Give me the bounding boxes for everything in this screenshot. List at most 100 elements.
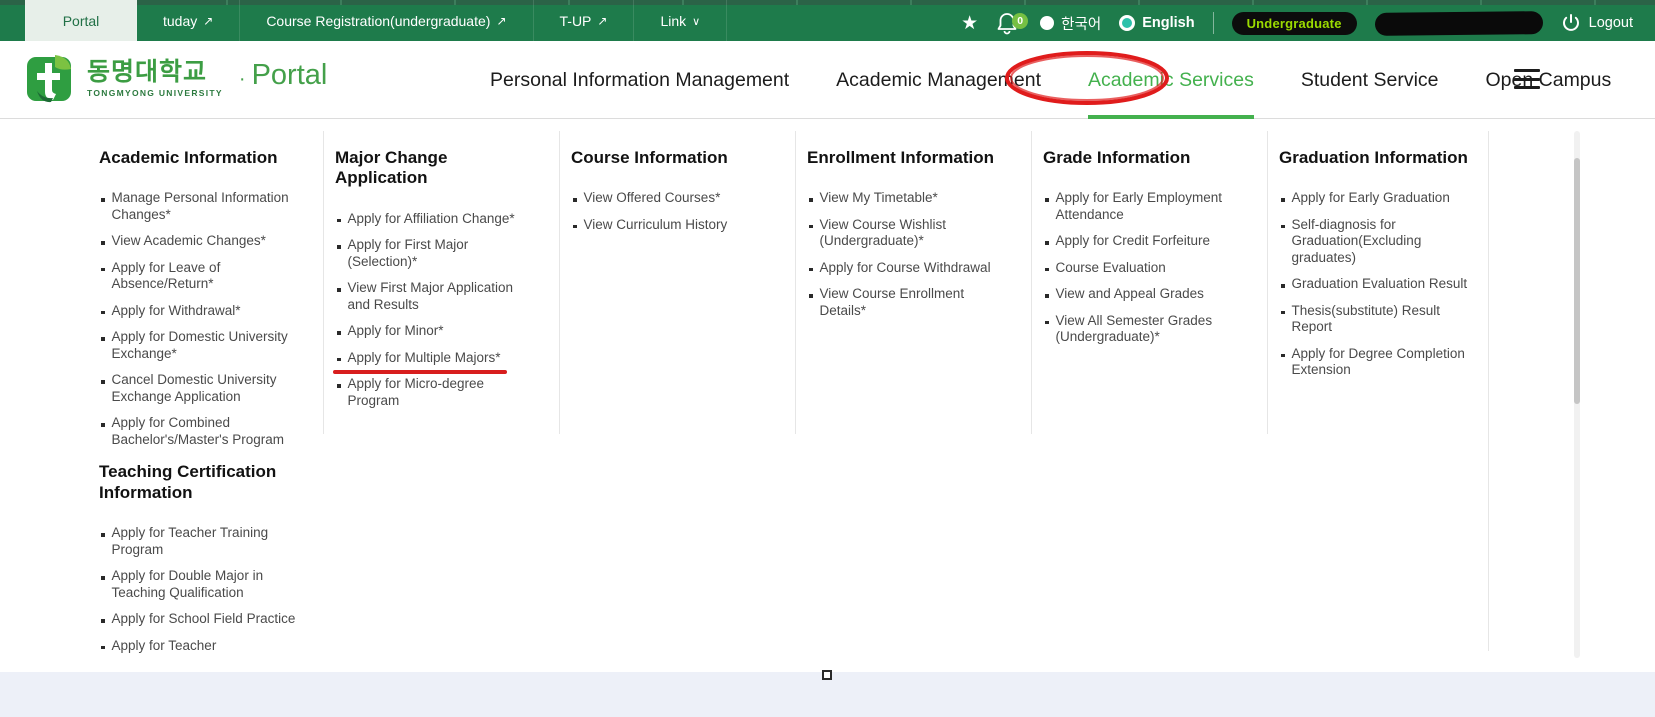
menu-item-label: View and Appeal Grades xyxy=(1056,286,1204,303)
menu-group-title: Major Change Application xyxy=(335,148,535,189)
menu-column-1: Major Change Application Apply for Affili… xyxy=(321,148,557,664)
menu-item-view-academic-changes[interactable]: View Academic Changes* xyxy=(99,233,299,250)
favorites-star-icon[interactable]: ★ xyxy=(961,14,978,33)
bullet-icon xyxy=(573,198,577,202)
menu-column-5: Graduation InformationApply for Early Gr… xyxy=(1265,148,1501,664)
notification-bell[interactable]: 0 xyxy=(996,11,1022,35)
topbar-tab-t-up[interactable]: T-UP↗ xyxy=(534,0,635,41)
menu-group-title: Course Information xyxy=(571,148,771,168)
menu-item-apply-for-micro-degree-program[interactable]: Apply for Micro-degree Program xyxy=(335,376,535,409)
menu-item-label: Apply for Affiliation Change* xyxy=(348,211,515,228)
logout-button[interactable]: Logout xyxy=(1561,13,1633,33)
menu-item-view-course-enrollment-details[interactable]: View Course Enrollment Details* xyxy=(807,286,1007,319)
bullet-icon xyxy=(337,384,341,388)
menu-item-label: Apply for Domestic University Exchange* xyxy=(112,329,300,362)
tongmyong-logo-icon xyxy=(25,53,77,105)
menu-item-thesis-substitute-result-report[interactable]: Thesis(substitute) Result Report xyxy=(1279,303,1479,336)
menu-scrollbar-track[interactable] xyxy=(1574,131,1580,658)
menu-item-self-diagnosis-for-graduation-excluding-graduates[interactable]: Self-diagnosis for Graduation(Excluding … xyxy=(1279,217,1479,267)
menu-item-view-first-major-application-and-results[interactable]: View First Major Application and Results xyxy=(335,280,535,313)
menu-item-label: Apply for School Field Practice xyxy=(112,611,296,628)
portal-title: Portal xyxy=(252,59,328,92)
bullet-icon xyxy=(809,294,813,298)
topbar-right-controls: ★ 0 한국어 English Undergraduate xyxy=(961,5,1633,41)
bullet-icon xyxy=(101,311,105,315)
language-option-korean[interactable]: 한국어 xyxy=(1040,13,1101,34)
topbar-tab-course-registration-undergraduate[interactable]: Course Registration(undergraduate)↗ xyxy=(240,0,533,41)
menu-item-apply-for-first-major-selection[interactable]: Apply for First Major (Selection)* xyxy=(335,237,535,270)
menu-item-apply-for-school-field-practice[interactable]: Apply for School Field Practice xyxy=(99,611,299,628)
menu-item-apply-for-withdrawal[interactable]: Apply for Withdrawal* xyxy=(99,303,299,320)
column-divider xyxy=(1267,131,1268,434)
menu-item-graduation-evaluation-result[interactable]: Graduation Evaluation Result xyxy=(1279,276,1479,293)
topbar-tab-label: tuday xyxy=(163,13,197,29)
bullet-icon xyxy=(1281,198,1285,202)
menu-item-apply-for-early-graduation[interactable]: Apply for Early Graduation xyxy=(1279,190,1479,207)
topbar-tab-link[interactable]: Link∨ xyxy=(634,0,727,41)
column-divider xyxy=(323,131,324,434)
menu-item-manage-personal-information-changes[interactable]: Manage Personal Information Changes* xyxy=(99,190,299,223)
menu-item-view-curriculum-history[interactable]: View Curriculum History xyxy=(571,217,771,234)
menu-item-apply-for-multiple-majors[interactable]: Apply for Multiple Majors* xyxy=(335,350,535,367)
menu-item-apply-for-double-major-in-teaching-qualification[interactable]: Apply for Double Major in Teaching Quali… xyxy=(99,568,299,601)
menu-group-title: Grade Information xyxy=(1043,148,1243,168)
menu-column-3: Enrollment Information View My Timetable*… xyxy=(793,148,1029,664)
bullet-icon xyxy=(809,268,813,272)
menu-item-label: Apply for Multiple Majors* xyxy=(348,350,501,367)
topbar-tab-label: T-UP xyxy=(560,13,592,29)
bullet-icon xyxy=(101,241,105,245)
nav-item-student-service[interactable]: Student Service xyxy=(1301,41,1439,119)
menu-item-view-all-semester-grades-undergraduate[interactable]: View All Semester Grades (Undergraduate)… xyxy=(1043,313,1243,346)
radio-selected-icon xyxy=(1119,15,1135,31)
menu-item-label: Self-diagnosis for Graduation(Excluding … xyxy=(1292,217,1480,267)
menu-item-label: Apply for Micro-degree Program xyxy=(348,376,536,409)
menu-item-apply-for-combined-bachelor-s-master-s-program[interactable]: Apply for Combined Bachelor's/Master's P… xyxy=(99,415,299,448)
menu-item-label: Apply for Degree Completion Extension xyxy=(1292,346,1480,379)
nav-item-academic-services[interactable]: Academic Services xyxy=(1088,41,1254,119)
menu-item-label: Apply for First Major (Selection)* xyxy=(348,237,536,270)
page-background-below-menu xyxy=(0,672,1655,717)
menu-item-view-course-wishlist-undergraduate[interactable]: View Course Wishlist (Undergraduate)* xyxy=(807,217,1007,250)
menu-item-label: View Curriculum History xyxy=(584,217,728,234)
menu-item-view-and-appeal-grades[interactable]: View and Appeal Grades xyxy=(1043,286,1243,303)
topbar-tab-label: Link xyxy=(660,13,686,29)
nav-item-personal-information-management[interactable]: Personal Information Management xyxy=(490,41,789,119)
bullet-icon xyxy=(337,358,341,362)
topbar-tab-portal[interactable]: Portal xyxy=(25,0,137,41)
nav-item-academic-management[interactable]: Academic Management xyxy=(836,41,1041,119)
column-divider xyxy=(559,131,560,434)
menu-item-apply-for-minor[interactable]: Apply for Minor* xyxy=(335,323,535,340)
menu-item-apply-for-credit-forfeiture[interactable]: Apply for Credit Forfeiture xyxy=(1043,233,1243,250)
menu-item-cancel-domestic-university-exchange-application[interactable]: Cancel Domestic University Exchange Appl… xyxy=(99,372,299,405)
menu-item-apply-for-teacher[interactable]: Apply for Teacher xyxy=(99,638,299,655)
menu-item-apply-for-domestic-university-exchange[interactable]: Apply for Domestic University Exchange* xyxy=(99,329,299,362)
nav-item-open-campus[interactable]: Open Campus xyxy=(1486,41,1612,119)
menu-item-label: Apply for Early Graduation xyxy=(1292,190,1450,207)
external-link-icon: ↗ xyxy=(496,14,506,28)
menu-item-label: Apply for Minor* xyxy=(348,323,444,340)
menu-item-apply-for-teacher-training-program[interactable]: Apply for Teacher Training Program xyxy=(99,525,299,558)
menu-item-label: Apply for Early Employment Attendance xyxy=(1056,190,1244,223)
university-logo[interactable]: 동명대학교 TONGMYONG UNIVERSITY · Portal xyxy=(25,53,327,105)
menu-group-title: Enrollment Information xyxy=(807,148,1007,168)
topbar-divider xyxy=(1213,12,1214,34)
menu-item-apply-for-leave-of-absence-return[interactable]: Apply for Leave of Absence/Return* xyxy=(99,260,299,293)
menu-item-apply-for-affiliation-change[interactable]: Apply for Affiliation Change* xyxy=(335,211,535,228)
menu-scrollbar-thumb[interactable] xyxy=(1574,158,1580,404)
menu-item-apply-for-early-employment-attendance[interactable]: Apply for Early Employment Attendance xyxy=(1043,190,1243,223)
hamburger-menu-icon[interactable] xyxy=(1514,69,1540,89)
topbar-tab-tuday[interactable]: tuday↗ xyxy=(137,0,240,41)
menu-item-label: Apply for Combined Bachelor's/Master's P… xyxy=(112,415,300,448)
menu-item-course-evaluation[interactable]: Course Evaluation xyxy=(1043,260,1243,277)
menu-item-view-my-timetable[interactable]: View My Timetable* xyxy=(807,190,1007,207)
menu-group-major-change-application: Major Change Application Apply for Affili… xyxy=(335,148,535,409)
bullet-icon xyxy=(101,576,105,580)
notification-count-badge: 0 xyxy=(1012,13,1028,29)
menu-item-apply-for-degree-completion-extension[interactable]: Apply for Degree Completion Extension xyxy=(1279,346,1479,379)
menu-item-view-offered-courses[interactable]: View Offered Courses* xyxy=(571,190,771,207)
menu-item-apply-for-course-withdrawal[interactable]: Apply for Course Withdrawal xyxy=(807,260,1007,277)
bullet-icon xyxy=(573,225,577,229)
radio-unselected-icon xyxy=(1040,16,1054,30)
language-option-english[interactable]: English xyxy=(1119,15,1194,31)
menu-group-teaching-certification-information: Teaching Certification InformationApply … xyxy=(99,462,299,654)
